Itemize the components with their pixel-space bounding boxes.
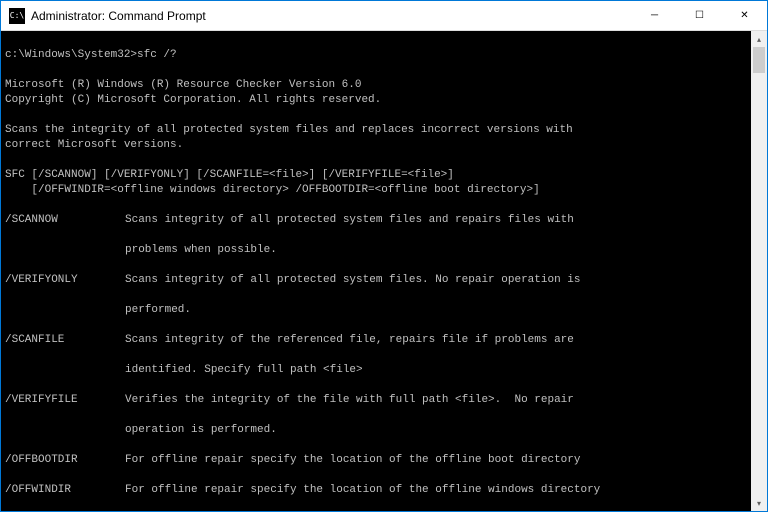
option-row: /SCANNOWScans integrity of all protected… bbox=[5, 213, 747, 228]
vertical-scrollbar[interactable]: ▴ ▾ bbox=[751, 31, 767, 511]
prompt-line: c:\Windows\System32>sfc /? bbox=[5, 49, 177, 61]
scrollbar-thumb[interactable] bbox=[753, 47, 765, 73]
option-row: performed. bbox=[5, 303, 747, 318]
option-row: /VERIFYONLYScans integrity of all protec… bbox=[5, 273, 747, 288]
window-title: Administrator: Command Prompt bbox=[31, 9, 632, 23]
option-row: identified. Specify full path <file> bbox=[5, 363, 747, 378]
console-output[interactable]: c:\Windows\System32>sfc /? Microsoft (R)… bbox=[1, 31, 751, 511]
option-row: /OFFWINDIRFor offline repair specify the… bbox=[5, 483, 747, 498]
option-row: problems when possible. bbox=[5, 243, 747, 258]
description-line: correct Microsoft versions. bbox=[5, 139, 183, 151]
option-row: operation is performed. bbox=[5, 423, 747, 438]
usage-line: [/OFFWINDIR=<offline windows directory> … bbox=[5, 184, 540, 196]
usage-line: SFC [/SCANNOW] [/VERIFYONLY] [/SCANFILE=… bbox=[5, 169, 454, 181]
console-area: c:\Windows\System32>sfc /? Microsoft (R)… bbox=[1, 31, 767, 511]
close-button[interactable]: ✕ bbox=[722, 1, 767, 30]
option-row: /VERIFYFILEVerifies the integrity of the… bbox=[5, 393, 747, 408]
option-row: /OFFBOOTDIRFor offline repair specify th… bbox=[5, 453, 747, 468]
titlebar[interactable]: C:\ Administrator: Command Prompt ─ ☐ ✕ bbox=[1, 1, 767, 31]
option-row: /SCANFILEScans integrity of the referenc… bbox=[5, 333, 747, 348]
minimize-button[interactable]: ─ bbox=[632, 1, 677, 30]
description-line: Scans the integrity of all protected sys… bbox=[5, 124, 573, 136]
window-controls: ─ ☐ ✕ bbox=[632, 1, 767, 30]
scroll-up-arrow-icon[interactable]: ▴ bbox=[751, 31, 767, 47]
maximize-button[interactable]: ☐ bbox=[677, 1, 722, 30]
app-header: Microsoft (R) Windows (R) Resource Check… bbox=[5, 79, 361, 91]
cmd-icon: C:\ bbox=[9, 8, 25, 24]
scroll-down-arrow-icon[interactable]: ▾ bbox=[751, 495, 767, 511]
copyright-line: Copyright (C) Microsoft Corporation. All… bbox=[5, 94, 381, 106]
